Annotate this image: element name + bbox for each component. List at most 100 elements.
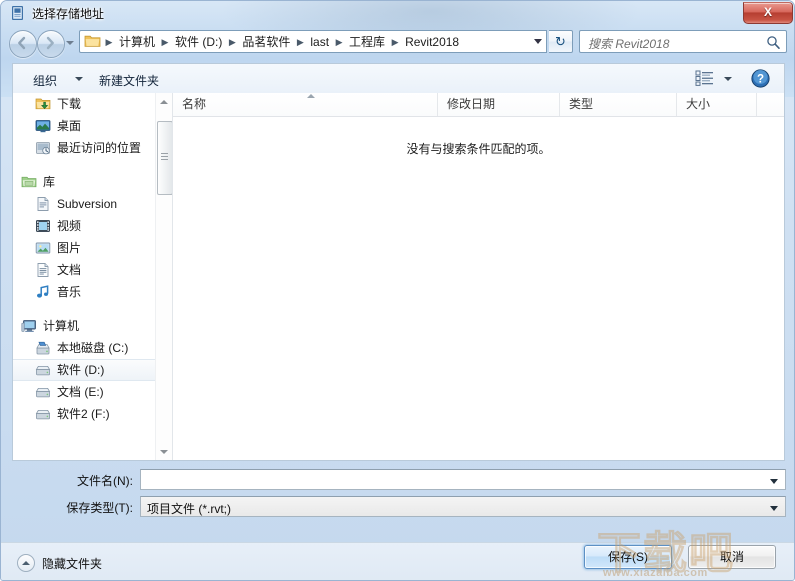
- file-name-input[interactable]: [140, 469, 786, 490]
- sidebar-item-drive-d[interactable]: 软件 (D:): [13, 359, 172, 381]
- sidebar-item-label: 图片: [57, 241, 82, 255]
- save-dialog-window: 选择存储地址 X ▶ 计算机 ▶ 软件 (D:) ▶ 品茗软件 ▶ last ▶…: [0, 0, 795, 581]
- navigation-pane: 下载 桌面 最近访问的位置 库 Subversion 视频 图片 文档 音乐 计…: [13, 93, 173, 460]
- chevron-down-icon[interactable]: [770, 506, 778, 511]
- svg-text:?: ?: [757, 74, 764, 86]
- refresh-button[interactable]: ↻: [549, 30, 573, 53]
- scroll-up-arrow-icon[interactable]: [156, 93, 172, 110]
- column-header-type[interactable]: 类型: [560, 93, 677, 116]
- forward-arrow-icon: [46, 36, 54, 50]
- view-dropdown-icon[interactable]: [724, 77, 732, 81]
- sidebar-item-label: 库: [43, 175, 56, 189]
- search-icon: [766, 35, 781, 53]
- help-circle-icon[interactable]: ?: [751, 69, 770, 88]
- back-button[interactable]: [9, 30, 37, 58]
- save-as-type-label: 保存类型(T):: [66, 501, 133, 515]
- sidebar-item-label: 本地磁盘 (C:): [57, 341, 129, 355]
- address-bar-row: ▶ 计算机 ▶ 软件 (D:) ▶ 品茗软件 ▶ last ▶ 工程库 ▶ Re…: [1, 28, 794, 60]
- collapse-up-icon: [17, 554, 35, 572]
- recent-locations-dropdown-icon[interactable]: [66, 41, 74, 45]
- sidebar-item-label: 视频: [57, 219, 82, 233]
- sort-ascending-icon: [307, 94, 315, 98]
- sidebar-item-subversion[interactable]: Subversion: [13, 193, 172, 215]
- drive-icon: [35, 362, 51, 378]
- breadcrumb-item-1[interactable]: 软件 (D:): [171, 31, 226, 52]
- breadcrumb-separator: ▶: [161, 36, 169, 47]
- documents-icon: [35, 262, 51, 278]
- sidebar-item-documents[interactable]: 文档: [13, 259, 172, 281]
- sidebar-item-label: 文档 (E:): [57, 385, 104, 399]
- breadcrumb-item-0[interactable]: 计算机: [115, 31, 159, 52]
- content-area: 下载 桌面 最近访问的位置 库 Subversion 视频 图片 文档 音乐 计…: [12, 93, 785, 461]
- sidebar-item-label: 下载: [57, 97, 82, 111]
- breadcrumb-separator: ▶: [296, 36, 304, 47]
- breadcrumb-separator: ▶: [391, 36, 399, 47]
- sidebar-item-local-disk-c[interactable]: 本地磁盘 (C:): [13, 337, 172, 359]
- breadcrumb-item-2[interactable]: 品茗软件: [238, 31, 294, 52]
- file-list-pane: 名称 修改日期 类型 大小 没有与搜索条件匹配的项。: [173, 93, 784, 460]
- sidebar-item-label: Subversion: [57, 197, 118, 211]
- empty-list-message: 没有与搜索条件匹配的项。: [406, 142, 551, 156]
- organize-dropdown-icon[interactable]: [75, 77, 83, 81]
- breadcrumb-item-4[interactable]: 工程库: [345, 31, 389, 52]
- sidebar-item-label: 文档: [57, 263, 82, 277]
- sidebar-item-drive-f[interactable]: 软件2 (F:): [13, 403, 172, 425]
- nav-group-libraries: 库 Subversion 视频 图片 文档 音乐: [13, 171, 172, 303]
- sidebar-item-downloads[interactable]: 下载: [13, 93, 172, 115]
- chevron-down-icon[interactable]: [770, 479, 778, 484]
- window-title: 选择存储地址: [32, 7, 105, 21]
- sidebar-item-label: 桌面: [57, 119, 82, 133]
- pictures-icon: [35, 240, 51, 256]
- address-bar[interactable]: ▶ 计算机 ▶ 软件 (D:) ▶ 品茗软件 ▶ last ▶ 工程库 ▶ Re…: [79, 30, 547, 53]
- hide-folders-button[interactable]: 隐藏文件夹: [17, 554, 102, 572]
- address-dropdown-button[interactable]: [529, 30, 547, 53]
- breadcrumb-item-5[interactable]: Revit2018: [401, 33, 463, 51]
- search-input[interactable]: 搜索 Revit2018: [588, 35, 669, 52]
- save-button[interactable]: 保存(S): [584, 545, 672, 569]
- system-drive-icon: [35, 340, 51, 356]
- forward-button[interactable]: [37, 30, 65, 58]
- breadcrumb-item-3[interactable]: last: [306, 33, 333, 51]
- column-header-row: 名称 修改日期 类型 大小: [173, 93, 784, 117]
- computer-icon: [21, 318, 37, 334]
- videos-icon: [35, 218, 51, 234]
- nav-group-spacer: [13, 159, 172, 171]
- sidebar-item-music[interactable]: 音乐: [13, 281, 172, 303]
- save-as-type-select[interactable]: 项目文件 (*.rvt;): [140, 496, 786, 517]
- close-button[interactable]: X: [743, 2, 793, 24]
- nav-group-favorites: 下载 桌面 最近访问的位置: [13, 93, 172, 159]
- sidebar-item-desktop[interactable]: 桌面: [13, 115, 172, 137]
- sidebar-item-label: 软件2 (F:): [57, 407, 110, 421]
- dialog-footer: 隐藏文件夹 保存(S) 取消 下载吧 www.xiazaiba.com: [1, 529, 794, 580]
- desktop-icon: [35, 118, 51, 134]
- column-header-name[interactable]: 名称: [173, 93, 438, 116]
- sidebar-item-computer[interactable]: 计算机: [13, 315, 172, 337]
- sidebar-item-label: 最近访问的位置: [57, 141, 142, 155]
- sidebar-item-videos[interactable]: 视频: [13, 215, 172, 237]
- nav-group-computer: 计算机 本地磁盘 (C:) 软件 (D:) 文档 (E:) 软件2 (F:): [13, 315, 172, 425]
- sidebar-item-pictures[interactable]: 图片: [13, 237, 172, 259]
- sidebar-item-label: 音乐: [57, 285, 82, 299]
- list-view-icon[interactable]: [694, 69, 718, 89]
- organize-button[interactable]: 组织: [27, 70, 63, 91]
- title-bar: 选择存储地址 X: [1, 1, 794, 26]
- file-name-label: 文件名(N):: [77, 474, 133, 488]
- sidebar-item-label: 计算机: [43, 319, 80, 333]
- sidebar-item-libraries[interactable]: 库: [13, 171, 172, 193]
- column-header-date-modified[interactable]: 修改日期: [438, 93, 560, 116]
- scrollbar-thumb[interactable]: [157, 121, 172, 195]
- navigation-pane-scrollbar[interactable]: [155, 93, 172, 460]
- sidebar-item-label: 软件 (D:): [57, 363, 105, 377]
- breadcrumb-separator: ▶: [105, 36, 113, 47]
- hide-folders-label: 隐藏文件夹: [42, 556, 103, 571]
- column-header-size[interactable]: 大小: [677, 93, 757, 116]
- scroll-down-arrow-icon[interactable]: [156, 443, 172, 460]
- music-icon: [35, 284, 51, 300]
- sidebar-item-recent-places[interactable]: 最近访问的位置: [13, 137, 172, 159]
- sidebar-item-drive-e[interactable]: 文档 (E:): [13, 381, 172, 403]
- search-box[interactable]: 搜索 Revit2018: [579, 30, 787, 53]
- breadcrumb-separator: ▶: [335, 36, 343, 47]
- recent-places-icon: [35, 140, 51, 156]
- cancel-button[interactable]: 取消: [688, 545, 776, 569]
- new-folder-button[interactable]: 新建文件夹: [93, 70, 165, 91]
